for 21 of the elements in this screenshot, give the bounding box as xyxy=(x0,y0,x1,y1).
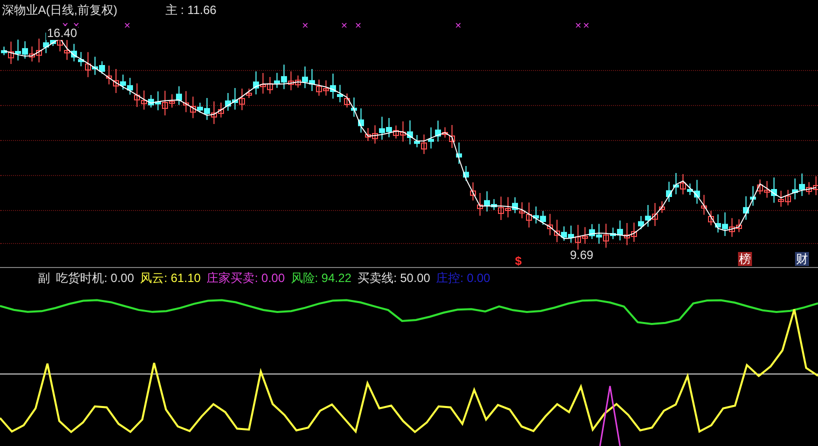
signal-mark: × xyxy=(455,21,462,32)
signal-mark: × xyxy=(583,21,590,32)
info-badge[interactable]: 榜 xyxy=(738,252,752,266)
spike-line xyxy=(599,385,621,446)
indicator-legend-item: 庄家买卖: 0.00 xyxy=(206,270,285,287)
signal-mark: × xyxy=(302,21,308,32)
main-value: 主 : 11.66 xyxy=(165,3,216,18)
dollar-mark: $ xyxy=(515,254,522,268)
indicator-legend-item: 吃货时机: 0.00 xyxy=(56,270,134,287)
indicator-legend-item: 副 xyxy=(38,270,50,287)
indicator-legend-item: 风险: 94.22 xyxy=(290,270,352,287)
signal-mark: × xyxy=(124,21,130,32)
signal-mark: × xyxy=(355,21,362,32)
info-badge[interactable]: 财 xyxy=(795,252,809,266)
low-price-label: 9.69 xyxy=(570,247,594,264)
chart-title: 深物业A(日线,前复权) xyxy=(2,3,118,18)
indicator-legend-item: 风云: 61.10 xyxy=(140,270,201,287)
indicator-legend-item: 庄控: 0.00 xyxy=(436,270,490,287)
signal-mark: × xyxy=(575,21,582,32)
signal-mark: × xyxy=(341,21,348,32)
indicator-legend-item: 买卖线: 50.00 xyxy=(357,270,430,287)
